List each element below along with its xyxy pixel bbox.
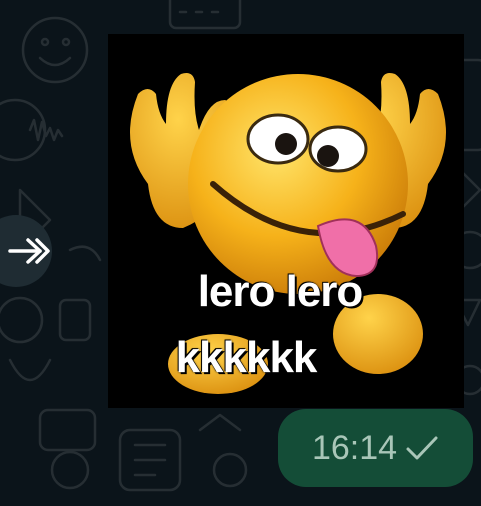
single-check-icon xyxy=(406,436,438,460)
message-time: 16:14 xyxy=(311,428,398,467)
message-meta-bubble: 16:14 xyxy=(278,409,473,487)
sticker-caption-line-1: lero lero xyxy=(197,267,364,316)
forward-arrow-icon xyxy=(8,238,50,264)
sticker-caption-line-2: kkkkkk xyxy=(175,333,318,382)
sticker-message[interactable]: lero lero kkkkkk xyxy=(108,34,464,408)
